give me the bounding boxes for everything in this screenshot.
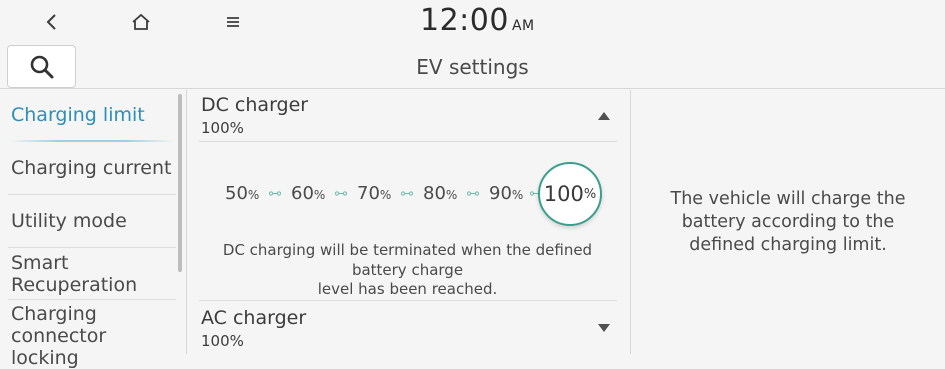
dc-description: DC charging will be terminated when the … xyxy=(222,241,593,298)
dc-charger-title: DC charger xyxy=(201,94,309,116)
ac-charger-title: AC charger xyxy=(201,307,307,329)
dc-charger-value: 100% xyxy=(201,119,244,137)
clock: 12:00 AM xyxy=(420,3,535,38)
dc-option-70[interactable]: 70% xyxy=(357,183,391,204)
sidebar-divider xyxy=(8,194,176,195)
sidebar-divider xyxy=(8,299,176,300)
content-divider-vertical xyxy=(630,90,631,354)
menu-button[interactable] xyxy=(218,8,248,36)
caret-down-icon xyxy=(598,324,610,332)
sidebar-divider xyxy=(8,247,176,248)
link-icon xyxy=(335,191,347,196)
home-icon xyxy=(132,13,150,30)
link-icon xyxy=(467,191,479,196)
link-icon xyxy=(401,191,413,196)
dc-option-90[interactable]: 90% xyxy=(489,183,523,204)
link-icon xyxy=(269,191,281,196)
sidebar-item-smart-recuperation[interactable]: Smart Recuperation xyxy=(0,252,176,296)
header-divider xyxy=(0,88,945,89)
dc-option-80[interactable]: 80% xyxy=(423,183,457,204)
ac-charger-value: 100% xyxy=(201,332,244,350)
top-bar: 12:00 AM xyxy=(0,0,945,44)
page-title: EV settings xyxy=(416,55,529,79)
sidebar-item-charging-limit[interactable]: Charging limit xyxy=(0,104,176,126)
info-text: The vehicle will charge the battery acco… xyxy=(670,189,906,255)
dc-option-100-selected[interactable]: 100% xyxy=(538,162,602,226)
sidebar-item-utility-mode[interactable]: Utility mode xyxy=(0,210,176,232)
dc-option-60[interactable]: 60% xyxy=(291,183,325,204)
sidebar-item-charging-current[interactable]: Charging current xyxy=(0,157,176,179)
caret-up-icon xyxy=(598,112,610,120)
menu-icon xyxy=(227,17,239,27)
sidebar-item-charging-connector-locking[interactable]: Charging connector locking xyxy=(0,303,176,369)
back-button[interactable] xyxy=(37,8,67,36)
clock-time: 12:00 xyxy=(420,3,509,38)
section-divider xyxy=(199,300,617,301)
back-icon xyxy=(46,14,56,30)
section-divider xyxy=(199,141,617,142)
sidebar-divider-vertical xyxy=(186,90,187,354)
home-button[interactable] xyxy=(126,8,156,36)
sidebar-active-indicator xyxy=(8,140,176,142)
dc-option-50[interactable]: 50% xyxy=(225,183,259,204)
sidebar-scrollbar[interactable] xyxy=(178,94,182,272)
clock-ampm: AM xyxy=(511,18,535,34)
